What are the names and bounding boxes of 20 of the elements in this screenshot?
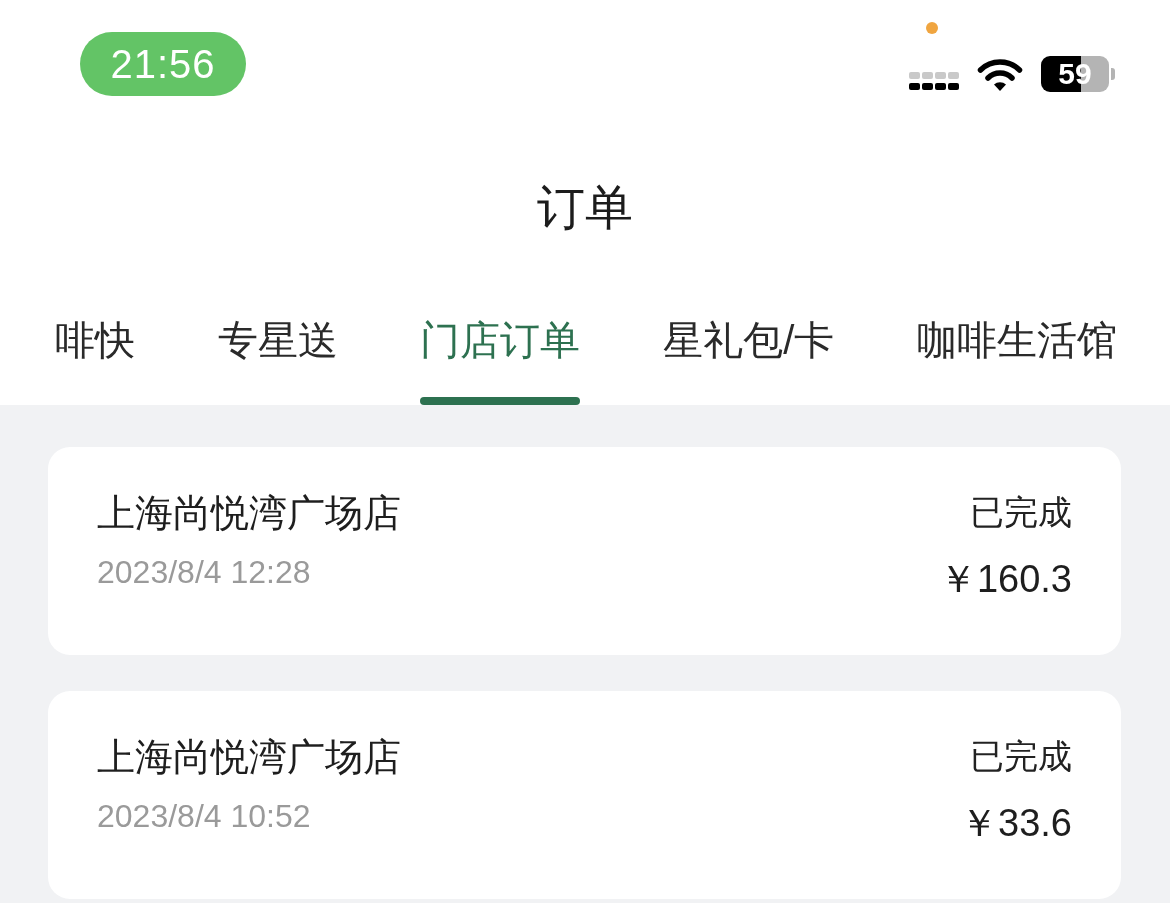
order-datetime: 2023/8/4 10:52 bbox=[97, 797, 311, 836]
order-status: 已完成 bbox=[970, 736, 1072, 777]
status-time: 21:56 bbox=[80, 32, 246, 96]
order-price: ￥33.6 bbox=[960, 801, 1072, 846]
tab[interactable]: 啡快 bbox=[55, 315, 135, 405]
signal-icon bbox=[909, 72, 959, 90]
order-status: 已完成 bbox=[970, 492, 1072, 533]
order-card[interactable]: 上海尚悦湾广场店 2023/8/4 12:28 已完成 ￥160.3 bbox=[48, 447, 1121, 655]
tab[interactable]: 咖啡生活馆 bbox=[917, 315, 1117, 405]
page-title: 订单 bbox=[536, 180, 634, 236]
store-name: 上海尚悦湾广场店 bbox=[97, 491, 401, 536]
store-name: 上海尚悦湾广场店 bbox=[97, 735, 401, 780]
tab[interactable]: 门店订单 bbox=[420, 315, 581, 405]
tab[interactable]: 专星送 bbox=[217, 315, 338, 405]
order-datetime: 2023/8/4 12:28 bbox=[97, 553, 311, 592]
tab[interactable]: 星礼包/卡 bbox=[663, 315, 835, 405]
wifi-icon bbox=[977, 57, 1023, 91]
indicator-dot-icon bbox=[926, 22, 938, 34]
order-card[interactable]: 上海尚悦湾广场店 2023/8/4 10:52 已完成 ￥33.6 bbox=[48, 691, 1121, 899]
order-price: ￥160.3 bbox=[938, 557, 1072, 602]
